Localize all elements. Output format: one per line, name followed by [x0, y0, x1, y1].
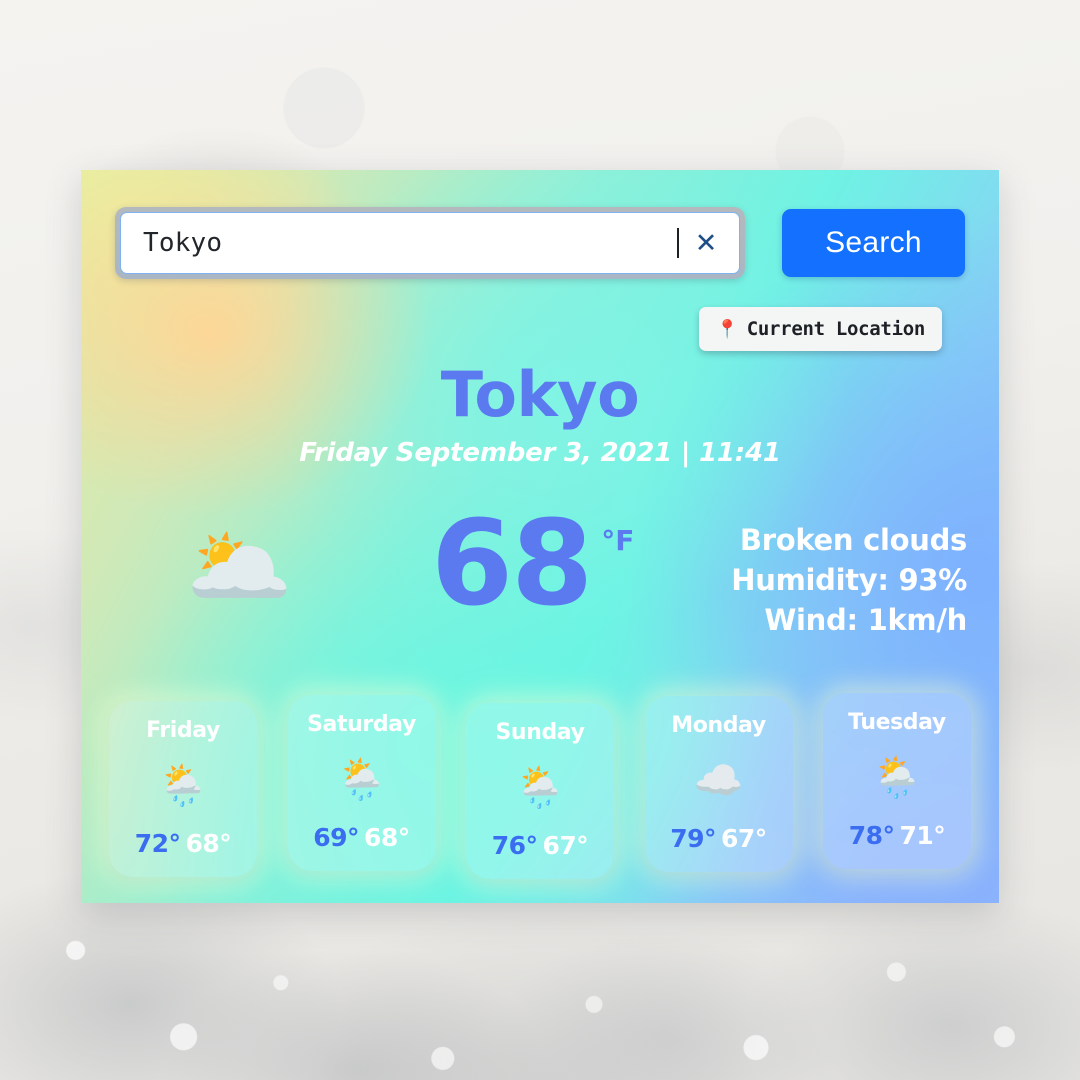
forecast-low-temp: 67° [721, 824, 767, 853]
weather-description: Broken clouds [739, 523, 967, 557]
humidity-value: Humidity: 93% [731, 563, 967, 598]
wind-value: Wind: 1km/h [764, 603, 967, 638]
forecast-day-label: Monday [671, 713, 766, 738]
search-field-wrapper: ✕ [115, 207, 745, 279]
forecast-low-temp: 71° [899, 821, 946, 850]
forecast-card[interactable]: Monday ☁️ 79° 67° [644, 696, 793, 872]
forecast-card[interactable]: Saturday 🌦️ 69° 68° [287, 695, 436, 871]
text-caret [677, 228, 679, 258]
current-location-label: Current Location [746, 318, 926, 340]
clear-search-button[interactable]: ✕ [689, 226, 723, 260]
temperature-unit[interactable]: °F [601, 524, 634, 557]
forecast-temperatures: 76° 67° [492, 831, 589, 860]
weather-app-panel: ✕ Search 📍 Current Location Tokyo Friday… [81, 170, 999, 903]
rain-sun-icon: 🌦️ [515, 766, 565, 810]
forecast-high-temp: 72° [134, 829, 181, 858]
rain-sun-icon: 🌦️ [158, 764, 208, 808]
forecast-low-temp: 68° [185, 829, 232, 858]
rain-sun-icon: 🌦️ [336, 758, 387, 802]
search-input-box[interactable]: ✕ [120, 212, 740, 274]
forecast-card[interactable]: Friday 🌦️ 72° 68° [109, 701, 257, 877]
city-name: Tokyo [440, 358, 640, 431]
forecast-temperatures: 69° 68° [313, 823, 410, 852]
current-temperature-value: 68 [431, 494, 593, 632]
forecast-temperatures: 79° 67° [670, 824, 767, 853]
current-conditions-row: 🌥️ 68 °F Broken clouds Humidity: 93% Win… [81, 501, 999, 670]
forecast-temperatures: 78° 71° [849, 821, 946, 850]
search-input[interactable] [143, 228, 684, 258]
forecast-high-temp: 78° [848, 821, 895, 850]
forecast-temperatures: 72° 68° [135, 829, 232, 858]
broken-clouds-icon: 🌥️ [186, 519, 294, 615]
forecast-day-label: Tuesday [848, 710, 946, 735]
forecast-day-label: Sunday [495, 720, 585, 745]
weather-details-block: Broken clouds Humidity: 93% Wind: 1km/h [731, 520, 967, 640]
forecast-low-temp: 68° [364, 823, 410, 852]
forecast-card[interactable]: Sunday 🌦️ 76° 67° [466, 703, 614, 879]
map-pin-icon: 📍 [716, 319, 739, 339]
forecast-card[interactable]: Tuesday 🌦️ 78° 71° [823, 693, 971, 869]
search-button[interactable]: Search [782, 209, 965, 277]
forecast-day-label: Saturday [307, 712, 416, 737]
forecast-row: Friday 🌦️ 72° 68° Saturday 🌦️ 69° 68° Sunday 🌦️ 76… [109, 693, 971, 879]
forecast-high-temp: 69° [313, 823, 359, 852]
forecast-low-temp: 67° [542, 831, 589, 860]
rain-sun-icon: 🌦️ [872, 756, 922, 800]
search-row: ✕ Search [115, 207, 965, 279]
forecast-high-temp: 79° [670, 824, 716, 853]
cloud-icon: ☁️ [693, 759, 744, 803]
current-location-button[interactable]: 📍 Current Location [699, 307, 942, 351]
current-temperature-block: 68 °F [431, 494, 634, 632]
forecast-day-label: Friday [146, 718, 220, 743]
date-time-label: Friday September 3, 2021 | 11:41 [299, 438, 781, 468]
forecast-high-temp: 76° [491, 831, 538, 860]
